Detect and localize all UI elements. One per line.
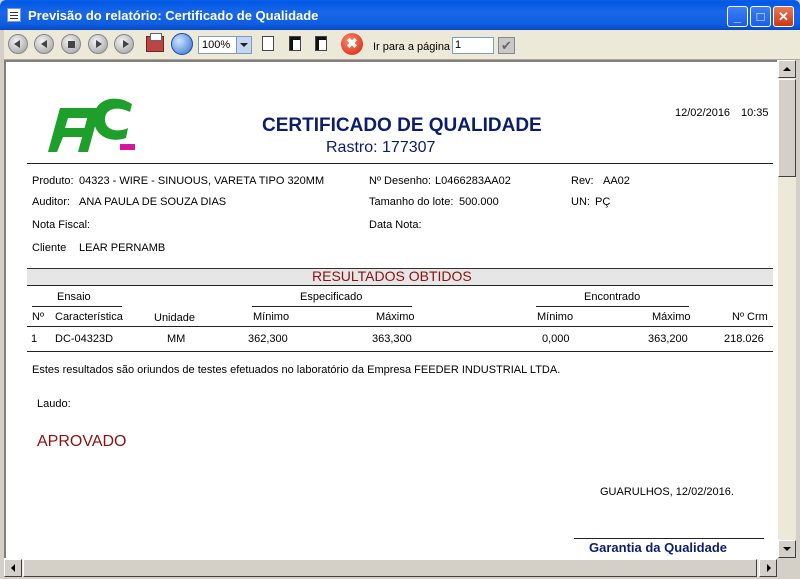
last-page-button[interactable] xyxy=(114,34,134,54)
nota-fiscal-label: Nota Fiscal: xyxy=(32,219,91,231)
zoom-value: 100% xyxy=(202,39,231,51)
logo-accent xyxy=(120,144,135,150)
lote-value: 500.000 xyxy=(459,196,499,208)
goto-page-input[interactable]: 1 xyxy=(452,37,494,54)
section-title: RESULTADOS OBTIDOS xyxy=(312,268,472,284)
report-title: CERTIFICADO DE QUALIDADE xyxy=(262,115,542,136)
col-maximo-enc: Máximo xyxy=(652,311,691,323)
lote-label: Tamanho do lote: xyxy=(369,196,454,208)
horizontal-scrollbar[interactable] xyxy=(4,558,777,577)
zoom-select[interactable]: 100% xyxy=(198,36,252,54)
col-maximo-esp: Máximo xyxy=(376,311,415,323)
vertical-scroll-thumb[interactable] xyxy=(778,79,796,177)
place-date: GUARULHOS, 12/02/2016. xyxy=(600,486,734,498)
export-button[interactable] xyxy=(171,33,193,55)
scroll-down-button[interactable] xyxy=(778,540,796,558)
window-title: Previsão do relatório: Certificado de Qu… xyxy=(28,8,319,23)
encontrado-rule xyxy=(536,306,689,307)
row-min-enc: 0,000 xyxy=(542,333,570,345)
scroll-up-button[interactable] xyxy=(778,60,796,78)
horizontal-scroll-thumb[interactable] xyxy=(23,559,757,577)
rev-label: Rev: xyxy=(571,175,594,187)
scroll-right-button[interactable] xyxy=(759,559,777,577)
stop-button[interactable] xyxy=(61,34,81,54)
un-label: UN: xyxy=(571,196,590,208)
vertical-scrollbar[interactable] xyxy=(777,60,796,558)
chevron-down-icon[interactable] xyxy=(236,37,251,53)
row-max-esp: 363,300 xyxy=(372,333,412,345)
row-unidade: MM xyxy=(167,333,186,345)
results-note: Estes resultados são oriundos de testes … xyxy=(32,364,561,376)
two-pages-icon[interactable] xyxy=(289,36,301,51)
report-time: 10:35 xyxy=(741,107,769,119)
company-logo xyxy=(48,98,135,152)
first-page-button[interactable] xyxy=(8,34,28,54)
report-icon xyxy=(7,8,21,22)
desenho-value: L0466283AA02 xyxy=(435,175,511,187)
minimize-button[interactable]: _ xyxy=(727,6,748,27)
toolbar: 100% ✖ Ir para a página 1 ✔ xyxy=(4,30,800,60)
row-crm: 218.026 xyxy=(724,333,764,345)
rastro-number: Rastro: 177307 xyxy=(326,139,436,156)
table-header-divider xyxy=(27,326,773,327)
table-bottom-divider xyxy=(27,351,773,352)
report-date: 12/02/2016 xyxy=(675,107,731,119)
rev-value: AA02 xyxy=(603,175,630,187)
col-num: Nº xyxy=(32,311,44,323)
especificado-rule xyxy=(252,306,412,307)
next-page-button[interactable] xyxy=(88,34,108,54)
group-especificado: Especificado xyxy=(300,291,363,303)
row-max-enc: 363,200 xyxy=(648,333,688,345)
row-caracteristica: DC-04323D xyxy=(55,333,114,345)
goto-confirm-button[interactable]: ✔ xyxy=(498,37,515,54)
signature-label: Garantia da Qualidade xyxy=(589,540,727,555)
data-nota-label: Data Nota: xyxy=(369,219,422,231)
ensaio-rule xyxy=(32,306,122,307)
laudo-value: APROVADO xyxy=(37,433,127,450)
report-page: CERTIFICADO DE QUALIDADE Rastro: 177307 … xyxy=(4,60,777,558)
goto-page-label: Ir para a página xyxy=(373,41,451,53)
row-min-esp: 362,300 xyxy=(248,333,288,345)
produto-label: Produto: xyxy=(32,175,74,187)
row-num: 1 xyxy=(31,333,38,345)
group-ensaio: Ensaio xyxy=(57,291,91,303)
single-page-icon[interactable] xyxy=(262,36,274,51)
close-button[interactable]: ✕ xyxy=(773,6,794,27)
auditor-value: ANA PAULA DE SOUZA DIAS xyxy=(79,196,227,208)
laudo-label: Laudo: xyxy=(37,398,71,410)
cancel-button[interactable]: ✖ xyxy=(341,33,363,55)
header-divider xyxy=(27,163,773,164)
col-minimo-enc: Mínimo xyxy=(537,311,574,323)
print-button[interactable] xyxy=(146,33,164,52)
col-unidade: Unidade xyxy=(154,312,195,324)
produto-value: 04323 - WIRE - SINUOUS, VARETA TIPO 320M… xyxy=(79,175,325,187)
multi-pages-icon[interactable] xyxy=(315,36,327,51)
section-divider xyxy=(27,285,773,286)
col-caracteristica: Característica xyxy=(55,311,123,323)
signature-line xyxy=(574,538,764,539)
col-minimo-esp: Mínimo xyxy=(253,311,290,323)
un-value: PÇ xyxy=(595,196,611,208)
maximize-button[interactable]: □ xyxy=(750,6,771,27)
col-crm: Nº Crm xyxy=(732,311,768,323)
group-encontrado: Encontrado xyxy=(584,291,641,303)
auditor-label: Auditor: xyxy=(32,196,70,208)
cliente-label: Cliente xyxy=(32,242,67,254)
cliente-value: LEAR PERNAMB xyxy=(79,242,166,254)
title-bar[interactable]: Previsão do relatório: Certificado de Qu… xyxy=(0,0,800,30)
previous-page-button[interactable] xyxy=(34,34,54,54)
desenho-label: Nº Desenho: xyxy=(369,175,432,187)
scroll-left-button[interactable] xyxy=(4,559,22,577)
